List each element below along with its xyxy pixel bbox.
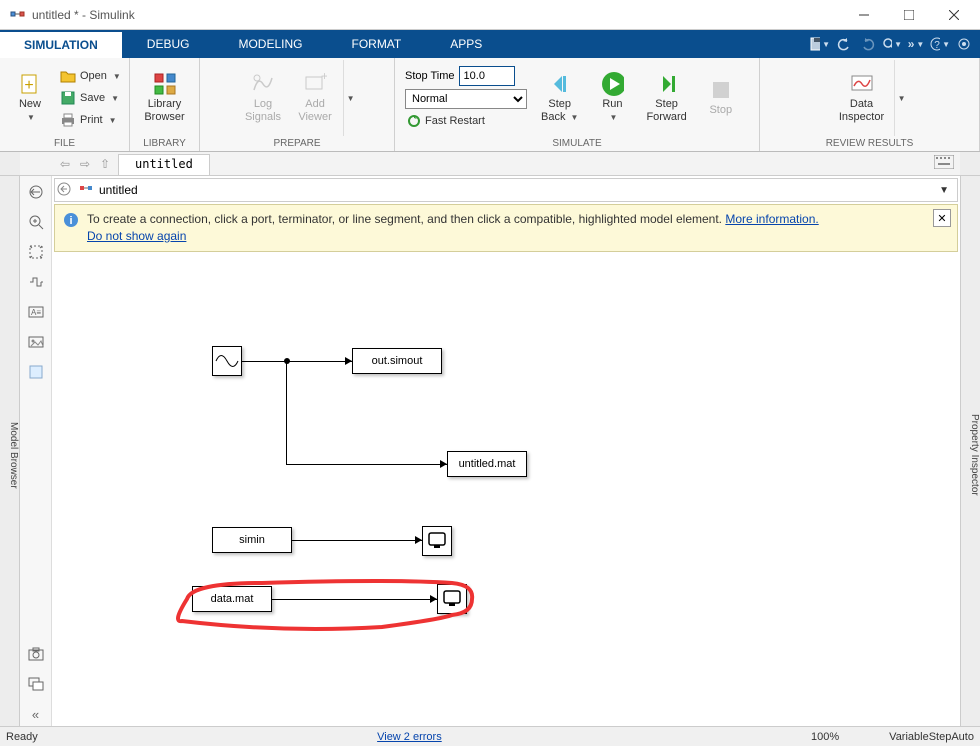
undo-icon[interactable] xyxy=(834,34,854,54)
info-text: To create a connection, click a port, te… xyxy=(87,212,725,226)
simulate-group-label: SIMULATE xyxy=(395,138,759,151)
log-signals-button[interactable]: Log Signals xyxy=(239,70,287,126)
toolstrip: + New▼ Open▼ Save▼ Print▼ FILE Library B… xyxy=(0,58,980,152)
breadcrumb-dropdown[interactable]: ▼ xyxy=(933,185,955,196)
stoptime-input[interactable] xyxy=(459,66,515,86)
model-icon xyxy=(79,182,95,198)
info-icon: i xyxy=(63,212,79,228)
run-button[interactable]: Run▼ xyxy=(588,70,636,126)
library-browser-button[interactable]: Library Browser xyxy=(138,70,190,126)
status-ready: Ready xyxy=(6,731,38,743)
document-bar: ⇦ ⇨ ⇧ untitled xyxy=(0,152,980,176)
status-bar: Ready View 2 errors 100% VariableStepAut… xyxy=(0,726,980,746)
window-title: untitled * - Simulink xyxy=(32,8,841,22)
add-viewer-button[interactable]: + Add Viewer xyxy=(291,70,339,126)
library-group-label: LIBRARY xyxy=(130,138,199,151)
main-tabs: SIMULATION DEBUG MODELING FORMAT APPS ▼ … xyxy=(0,30,980,58)
keyboard-icon[interactable] xyxy=(934,155,954,172)
solver-label[interactable]: VariableStepAuto xyxy=(889,731,974,743)
maximize-button[interactable] xyxy=(886,1,931,29)
block-untitled-mat[interactable]: untitled.mat xyxy=(447,451,527,477)
zoom-level[interactable]: 100% xyxy=(811,731,839,743)
red-annotation xyxy=(132,571,482,631)
zoom-icon[interactable] xyxy=(24,210,48,234)
breadcrumb-text[interactable]: untitled xyxy=(99,183,138,197)
review-expand[interactable]: ▼ xyxy=(894,60,906,136)
model-badge-icon[interactable] xyxy=(24,672,48,696)
simulation-mode-select[interactable]: Normal xyxy=(405,89,527,109)
info-banner: i To create a connection, click a port, … xyxy=(54,204,958,252)
new-button[interactable]: + New▼ xyxy=(6,70,54,126)
open-button[interactable]: Open▼ xyxy=(58,65,123,87)
info-close-button[interactable]: ✕ xyxy=(933,209,951,227)
svg-text:+: + xyxy=(24,77,33,94)
canvas-editor[interactable]: untitled ▼ i To create a connection, cli… xyxy=(52,176,960,726)
new-label: New xyxy=(19,98,41,110)
property-inspector-panel[interactable]: Property Inspector xyxy=(960,176,980,726)
palette: A≡ « xyxy=(20,176,52,726)
nav-up-icon[interactable]: ⇧ xyxy=(96,155,114,173)
area-icon[interactable] xyxy=(24,360,48,384)
prepare-group-label: PREPARE xyxy=(200,138,394,151)
close-button[interactable] xyxy=(931,1,976,29)
print-button[interactable]: Print▼ xyxy=(58,109,123,131)
help-icon[interactable]: ?▼ xyxy=(930,34,950,54)
fast-restart-button[interactable]: Fast Restart xyxy=(405,112,527,130)
search-icon[interactable]: ▼ xyxy=(882,34,902,54)
titlebar: untitled * - Simulink xyxy=(0,0,980,30)
tab-simulation[interactable]: SIMULATION xyxy=(0,30,123,58)
prepare-expand[interactable]: ▼ xyxy=(343,60,355,136)
svg-text:A≡: A≡ xyxy=(30,308,40,317)
svg-text:?: ? xyxy=(934,40,940,51)
tab-modeling[interactable]: MODELING xyxy=(214,30,327,58)
dont-show-link[interactable]: Do not show again xyxy=(87,229,186,243)
stop-button[interactable]: Stop xyxy=(697,76,745,119)
step-forward-button[interactable]: Step Forward xyxy=(640,70,692,126)
hide-browser-icon[interactable] xyxy=(24,180,48,204)
view-errors-link[interactable]: View 2 errors xyxy=(377,731,442,743)
screenshot-icon[interactable] xyxy=(24,642,48,666)
overflow-icon[interactable]: »▼ xyxy=(906,34,926,54)
collapse-icon[interactable]: « xyxy=(24,702,48,726)
block-simin[interactable]: simin xyxy=(212,527,292,553)
nav-back-icon[interactable]: ⇦ xyxy=(56,155,74,173)
svg-text:+: + xyxy=(321,72,327,83)
redo-icon[interactable] xyxy=(858,34,878,54)
svg-text:i: i xyxy=(69,215,72,227)
document-tab[interactable]: untitled xyxy=(118,154,210,175)
stoptime-label: Stop Time xyxy=(405,70,455,82)
minimize-button[interactable] xyxy=(841,1,886,29)
block-sinewave[interactable] xyxy=(212,346,242,376)
fit-icon[interactable] xyxy=(24,240,48,264)
simulink-icon xyxy=(10,7,26,23)
model-canvas[interactable]: out.simout untitled.mat simin data.mat xyxy=(52,246,960,726)
tab-debug[interactable]: DEBUG xyxy=(123,30,215,58)
tab-format[interactable]: FORMAT xyxy=(327,30,426,58)
image-icon[interactable] xyxy=(24,330,48,354)
tab-apps[interactable]: APPS xyxy=(426,30,507,58)
sample-time-icon[interactable] xyxy=(24,270,48,294)
save-button[interactable]: Save▼ xyxy=(58,87,123,109)
data-inspector-button[interactable]: Data Inspector xyxy=(833,70,890,126)
model-browser-panel[interactable]: Model Browser xyxy=(0,176,20,726)
block-scope-1[interactable] xyxy=(422,526,452,556)
annotation-icon[interactable]: A≡ xyxy=(24,300,48,324)
breadcrumb: untitled ▼ xyxy=(54,178,958,202)
target-icon[interactable] xyxy=(954,34,974,54)
review-group-label: REVIEW RESULTS xyxy=(760,138,979,151)
file-group-label: FILE xyxy=(0,138,129,151)
step-back-button[interactable]: Step Back ▼ xyxy=(535,70,584,126)
save-icon[interactable]: ▼ xyxy=(810,34,830,54)
breadcrumb-nav-icon[interactable] xyxy=(57,182,73,198)
nav-fwd-icon[interactable]: ⇨ xyxy=(76,155,94,173)
block-out-simout[interactable]: out.simout xyxy=(352,348,442,374)
more-info-link[interactable]: More information. xyxy=(725,212,818,226)
